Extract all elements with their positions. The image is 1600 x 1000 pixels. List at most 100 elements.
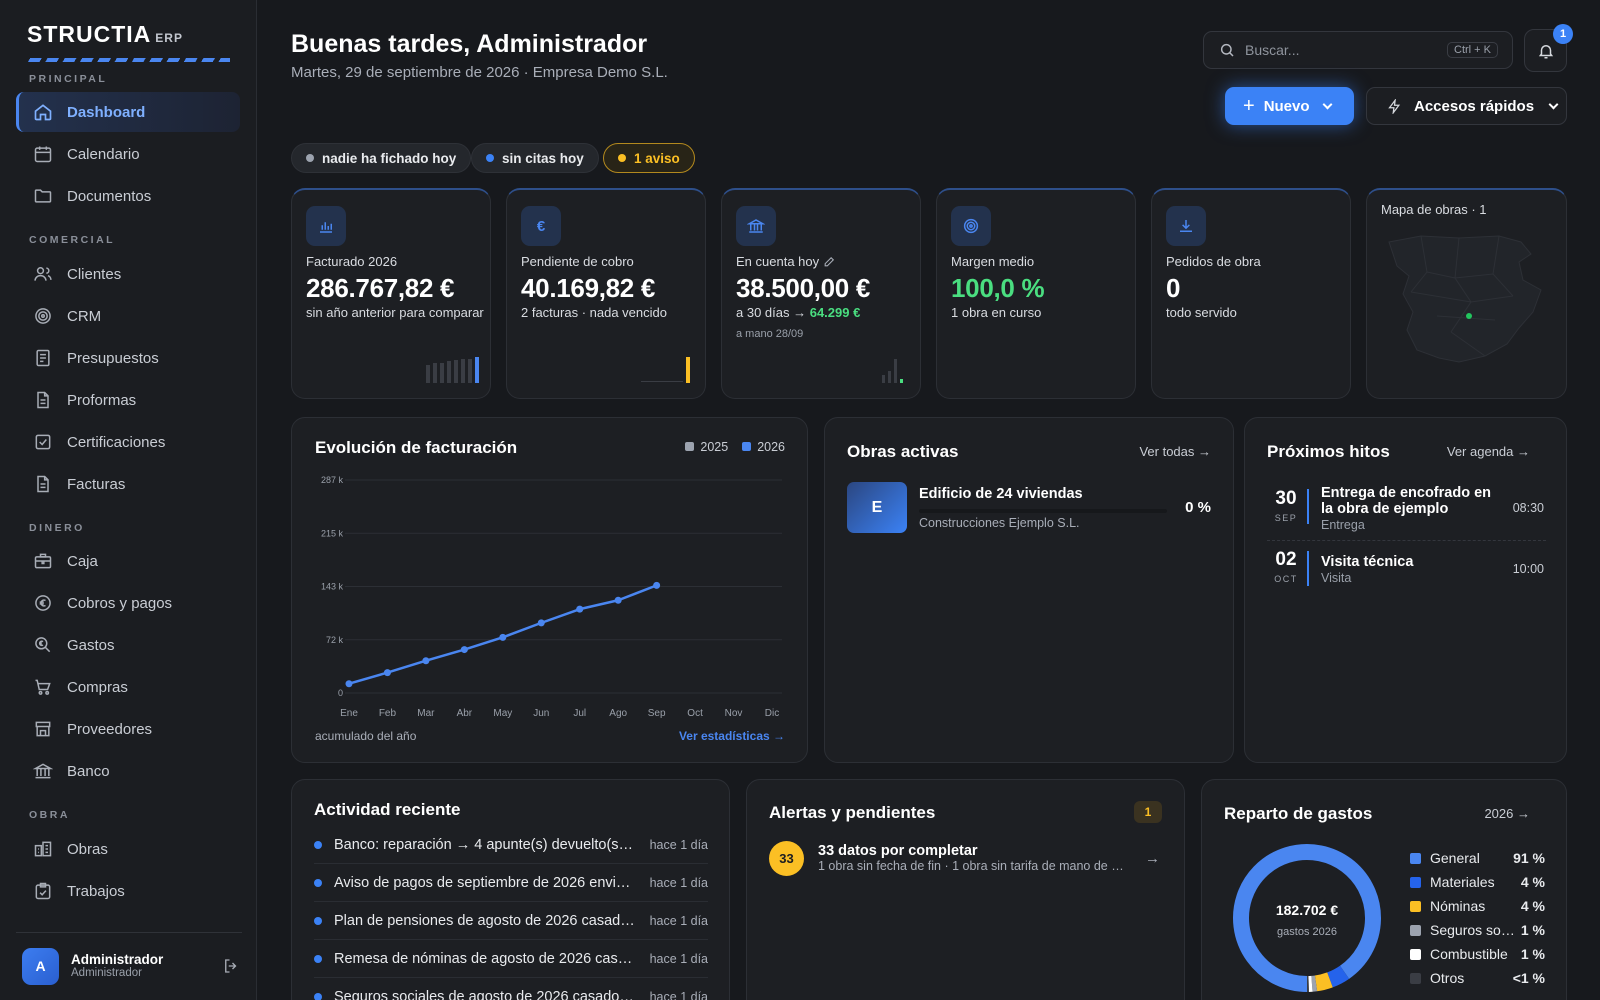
sidebar-item-banco[interactable]: Banco (16, 751, 240, 791)
brand-logo[interactable]: STRUCTIA ERP (27, 21, 183, 48)
activity-item[interactable]: Remesa de nóminas de agosto de 2026 casa… (314, 940, 708, 978)
plus-icon: + (1243, 94, 1255, 117)
user-profile[interactable]: A Administrador Administrador (22, 946, 244, 986)
map-card[interactable]: Mapa de obras · 1 (1366, 188, 1567, 399)
store-icon (33, 719, 53, 739)
status-pill-label: sin citas hoy (502, 150, 584, 166)
expense-legend-item[interactable]: Seguros sociales 1 % (1410, 922, 1545, 938)
sidebar-item-calendario[interactable]: Calendario (16, 134, 240, 174)
file-lines-icon (33, 390, 53, 410)
data-point (383, 669, 391, 677)
logout-icon[interactable] (222, 957, 240, 975)
active-works-panel: Obras activas Ver todas → E Edificio de … (824, 417, 1234, 763)
kpi-card-margen-medio[interactable]: Margen medio 100,0 % 1 obra en curso (936, 188, 1136, 399)
activity-item[interactable]: Seguros sociales de agosto de 2026 casad… (314, 978, 708, 1000)
status-pill-label: 1 aviso (634, 150, 680, 166)
sidebar-item-obras[interactable]: Obras (16, 829, 240, 869)
expense-legend-item[interactable]: General 91 % (1410, 850, 1545, 866)
users-icon (33, 264, 53, 284)
status-pill-aviso[interactable]: 1 aviso (603, 143, 695, 173)
sidebar-item-label: CRM (67, 307, 102, 325)
milestone-time: 10:00 (1512, 562, 1544, 576)
chart-legend: 2025 2026 (685, 440, 785, 454)
revenue-chart-panel: Evolución de facturación 2025 2026 0 72 k… (291, 417, 808, 763)
sidebar-item-facturas[interactable]: Facturas (16, 464, 240, 504)
x-tick-label: Mar (417, 708, 435, 718)
search-box[interactable]: Ctrl + K (1203, 31, 1513, 69)
obra-location-marker (1466, 313, 1472, 319)
expense-breakdown-panel: Reparto de gastos 2026 → 182.702 € gasto… (1201, 779, 1567, 1000)
sidebar-item-dashboard[interactable]: Dashboard (16, 92, 240, 132)
milestone-title: Visita técnica Visita (1321, 554, 1506, 586)
sidebar-item-proveedores[interactable]: Proveedores (16, 709, 240, 749)
pencil-icon[interactable] (823, 255, 836, 268)
milestone-date: 30 SEP (1270, 488, 1302, 523)
kpi-card-pedidos-obra[interactable]: Pedidos de obra 0 todo servido (1151, 188, 1351, 399)
expense-percent: 91 % (1513, 850, 1545, 866)
check-square-icon (33, 432, 53, 452)
x-tick-label: May (493, 708, 512, 718)
legend-label: 2026 (757, 440, 785, 454)
sidebar-item-proformas[interactable]: Proformas (16, 380, 240, 420)
data-point (537, 619, 545, 627)
expense-legend-item[interactable]: Combustible 1 % (1410, 946, 1545, 962)
activity-item[interactable]: Aviso de pagos de septiembre de 2026 env… (314, 864, 708, 902)
search-input[interactable] (1245, 42, 1435, 58)
view-statistics-link[interactable]: Ver estadísticas → (679, 729, 785, 743)
kpi-card-pendiente-cobro[interactable]: € Pendiente de cobro 40.169,82 € 2 factu… (506, 188, 706, 399)
expense-percent: 4 % (1520, 898, 1545, 914)
new-button[interactable]: + Nuevo (1225, 87, 1354, 125)
sidebar-item-certificaciones[interactable]: Certificaciones (16, 422, 240, 462)
legend-item[interactable]: 2025 (685, 440, 728, 454)
alerts-panel: Alertas y pendientes 1 33 33 datos por c… (746, 779, 1185, 1000)
sidebar-item-label: Cobros y pagos (67, 594, 173, 612)
work-name[interactable]: Edificio de 24 viviendas (919, 486, 1083, 502)
sidebar-item-trabajos[interactable]: Trabajos (16, 871, 240, 911)
work-thumbnail[interactable]: E (847, 482, 907, 533)
sidebar-item-cobros-y-pagos[interactable]: Cobros y pagos (16, 583, 240, 623)
notification-badge: 1 (1553, 24, 1573, 44)
quick-access-button[interactable]: Accesos rápidos (1366, 87, 1567, 125)
activity-text: Remesa de nóminas de agosto de 2026 casa… (334, 950, 636, 967)
status-pill-fichado[interactable]: nadie ha fichado hoy (291, 143, 472, 173)
expense-legend-item[interactable]: Materiales 4 % (1410, 874, 1545, 890)
activity-item[interactable]: Plan de pensiones de agosto de 2026 casa… (314, 902, 708, 940)
brand-stripe (27, 58, 230, 62)
sidebar-item-label: Dashboard (67, 103, 146, 121)
sidebar-item-label: Calendario (67, 145, 140, 163)
target-icon (951, 206, 991, 246)
activity-time: hace 1 día (649, 990, 708, 1000)
section-principal: PRINCIPAL (29, 73, 108, 85)
milestone-type: Visita (1321, 571, 1352, 585)
sidebar-item-label: Proveedores (67, 720, 153, 738)
buildings-icon (33, 839, 53, 859)
sidebar-item-crm[interactable]: CRM (16, 296, 240, 336)
status-pill-citas[interactable]: sin citas hoy (471, 143, 599, 173)
sidebar-item-presupuestos[interactable]: Presupuestos (16, 338, 240, 378)
sidebar-item-documentos[interactable]: Documentos (16, 176, 240, 216)
expense-category: Otros (1430, 970, 1465, 986)
kpi-card-facturado[interactable]: Facturado 2026 286.767,82 € sin año ante… (291, 188, 491, 399)
sidebar-item-label: Banco (67, 762, 110, 780)
kpi-note-forecast: 64.299 € (809, 305, 861, 320)
expense-year-link[interactable]: 2026 → (1484, 806, 1530, 821)
legend-item[interactable]: 2026 (742, 440, 785, 454)
sidebar-item-label: Facturas (67, 475, 126, 493)
sidebar-item-compras[interactable]: Compras (16, 667, 240, 707)
kpi-value: 40.169,82 € (521, 273, 656, 303)
view-all-works-link[interactable]: Ver todas → (1139, 444, 1211, 459)
legend-swatch (1410, 876, 1421, 888)
arrow-right-icon[interactable]: → (1145, 850, 1160, 867)
kpi-card-en-cuenta[interactable]: En cuenta hoy 38.500,00 € a 30 días → 64… (721, 188, 921, 399)
expense-legend-item[interactable]: Nóminas 4 % (1410, 898, 1545, 914)
alert-title: 33 datos por completar (818, 843, 978, 859)
sidebar-item-gastos[interactable]: Gastos (16, 625, 240, 665)
activity-item[interactable]: Banco: reparación → 4 apunte(s) devuelto… (314, 826, 708, 864)
sidebar-item-caja[interactable]: Caja (16, 541, 240, 581)
expense-legend-item[interactable]: Otros <1 % (1410, 970, 1545, 986)
x-tick-label: Abr (457, 708, 473, 718)
view-agenda-link[interactable]: Ver agenda → (1447, 444, 1530, 459)
alert-detail: 1 obra sin fecha de fin · 1 obra sin tar… (818, 859, 1130, 873)
sidebar-item-clientes[interactable]: Clientes (16, 254, 240, 294)
data-point (499, 633, 507, 641)
